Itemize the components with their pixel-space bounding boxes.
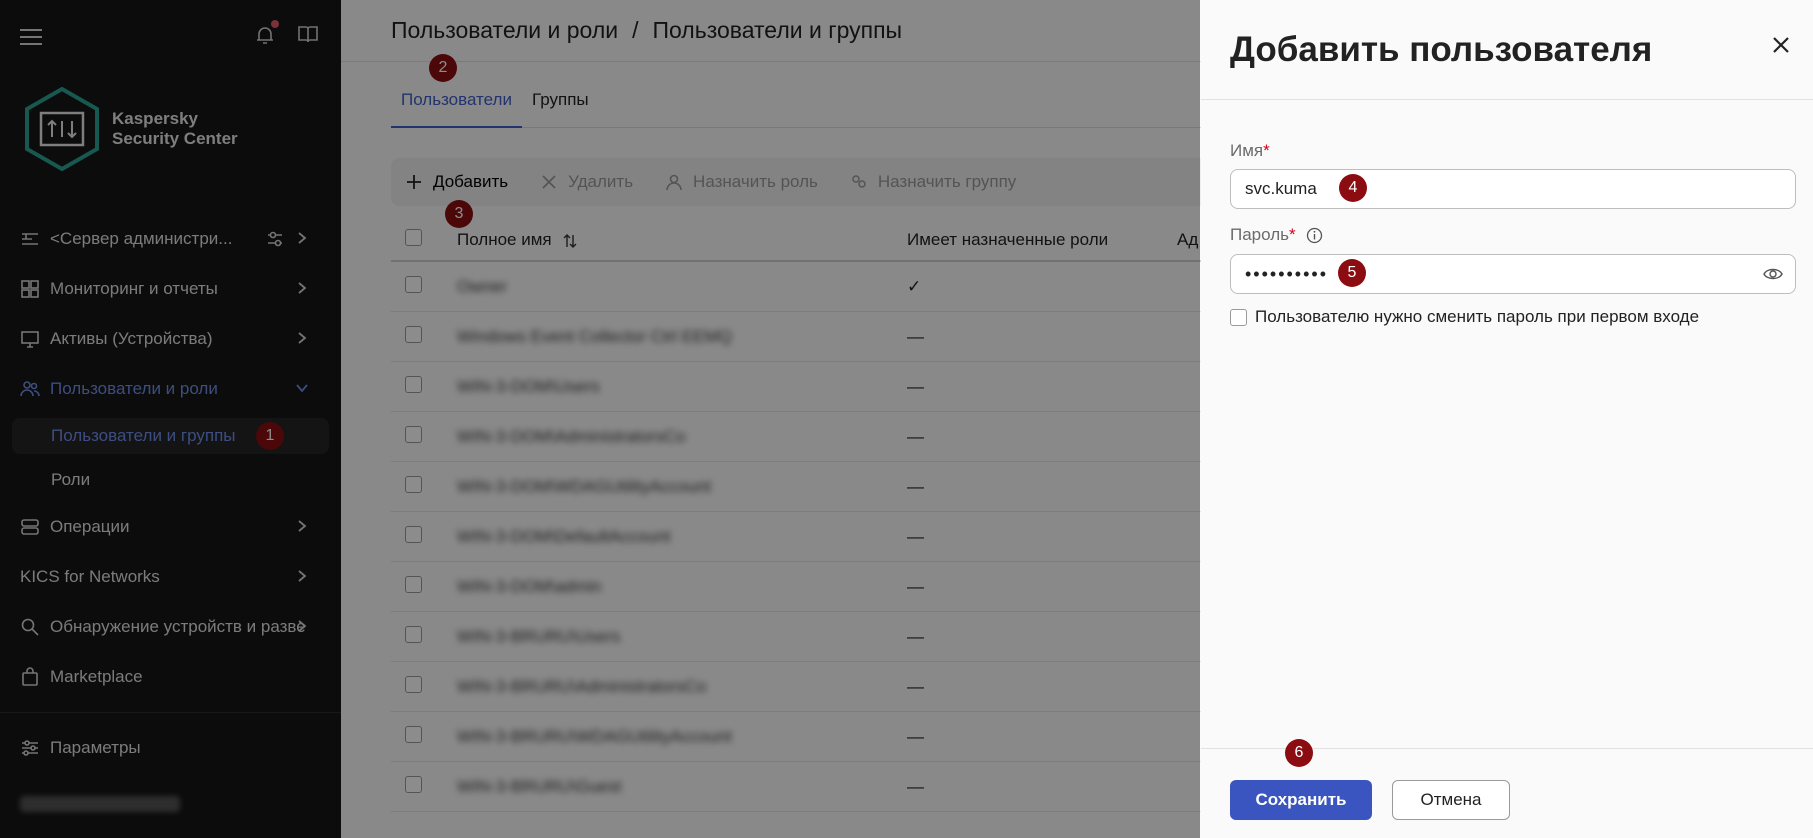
dialog-footer: 6 Сохранить Отмена [1201,739,1813,838]
step-badge-4: 4 [1339,174,1367,202]
password-field[interactable]: •••••••••• 5 [1230,254,1796,294]
dialog-header: Добавить пользователя [1201,0,1813,100]
name-field[interactable]: svc.kuma 4 [1230,169,1796,209]
show-password-eye-icon[interactable] [1763,265,1783,283]
name-label: Имя* [1230,141,1270,161]
name-field-value: svc.kuma [1245,179,1317,198]
modal-backdrop[interactable] [0,0,1200,838]
change-password-label: Пользователю нужно сменить пароль при пе… [1255,307,1700,326]
save-button[interactable]: Сохранить [1230,780,1372,820]
required-mark: * [1289,225,1296,244]
dialog-title: Добавить пользователя [1230,29,1653,69]
step-badge-6: 6 [1285,739,1313,767]
info-icon[interactable] [1306,227,1323,244]
password-label-text: Пароль [1230,225,1289,244]
step-badge-5: 5 [1338,259,1366,287]
name-label-text: Имя [1230,141,1264,160]
change-password-checkbox[interactable] [1230,308,1247,326]
cancel-button[interactable]: Отмена [1392,780,1510,820]
add-user-dialog: Добавить пользователя Имя* svc.kuma 4 Па… [1201,0,1813,838]
password-field-value: •••••••••• [1245,263,1329,284]
required-mark: * [1263,141,1270,160]
close-icon[interactable] [1771,35,1791,55]
change-password-option[interactable]: Пользователю нужно сменить пароль при пе… [1230,307,1699,327]
password-label: Пароль* [1230,225,1323,245]
